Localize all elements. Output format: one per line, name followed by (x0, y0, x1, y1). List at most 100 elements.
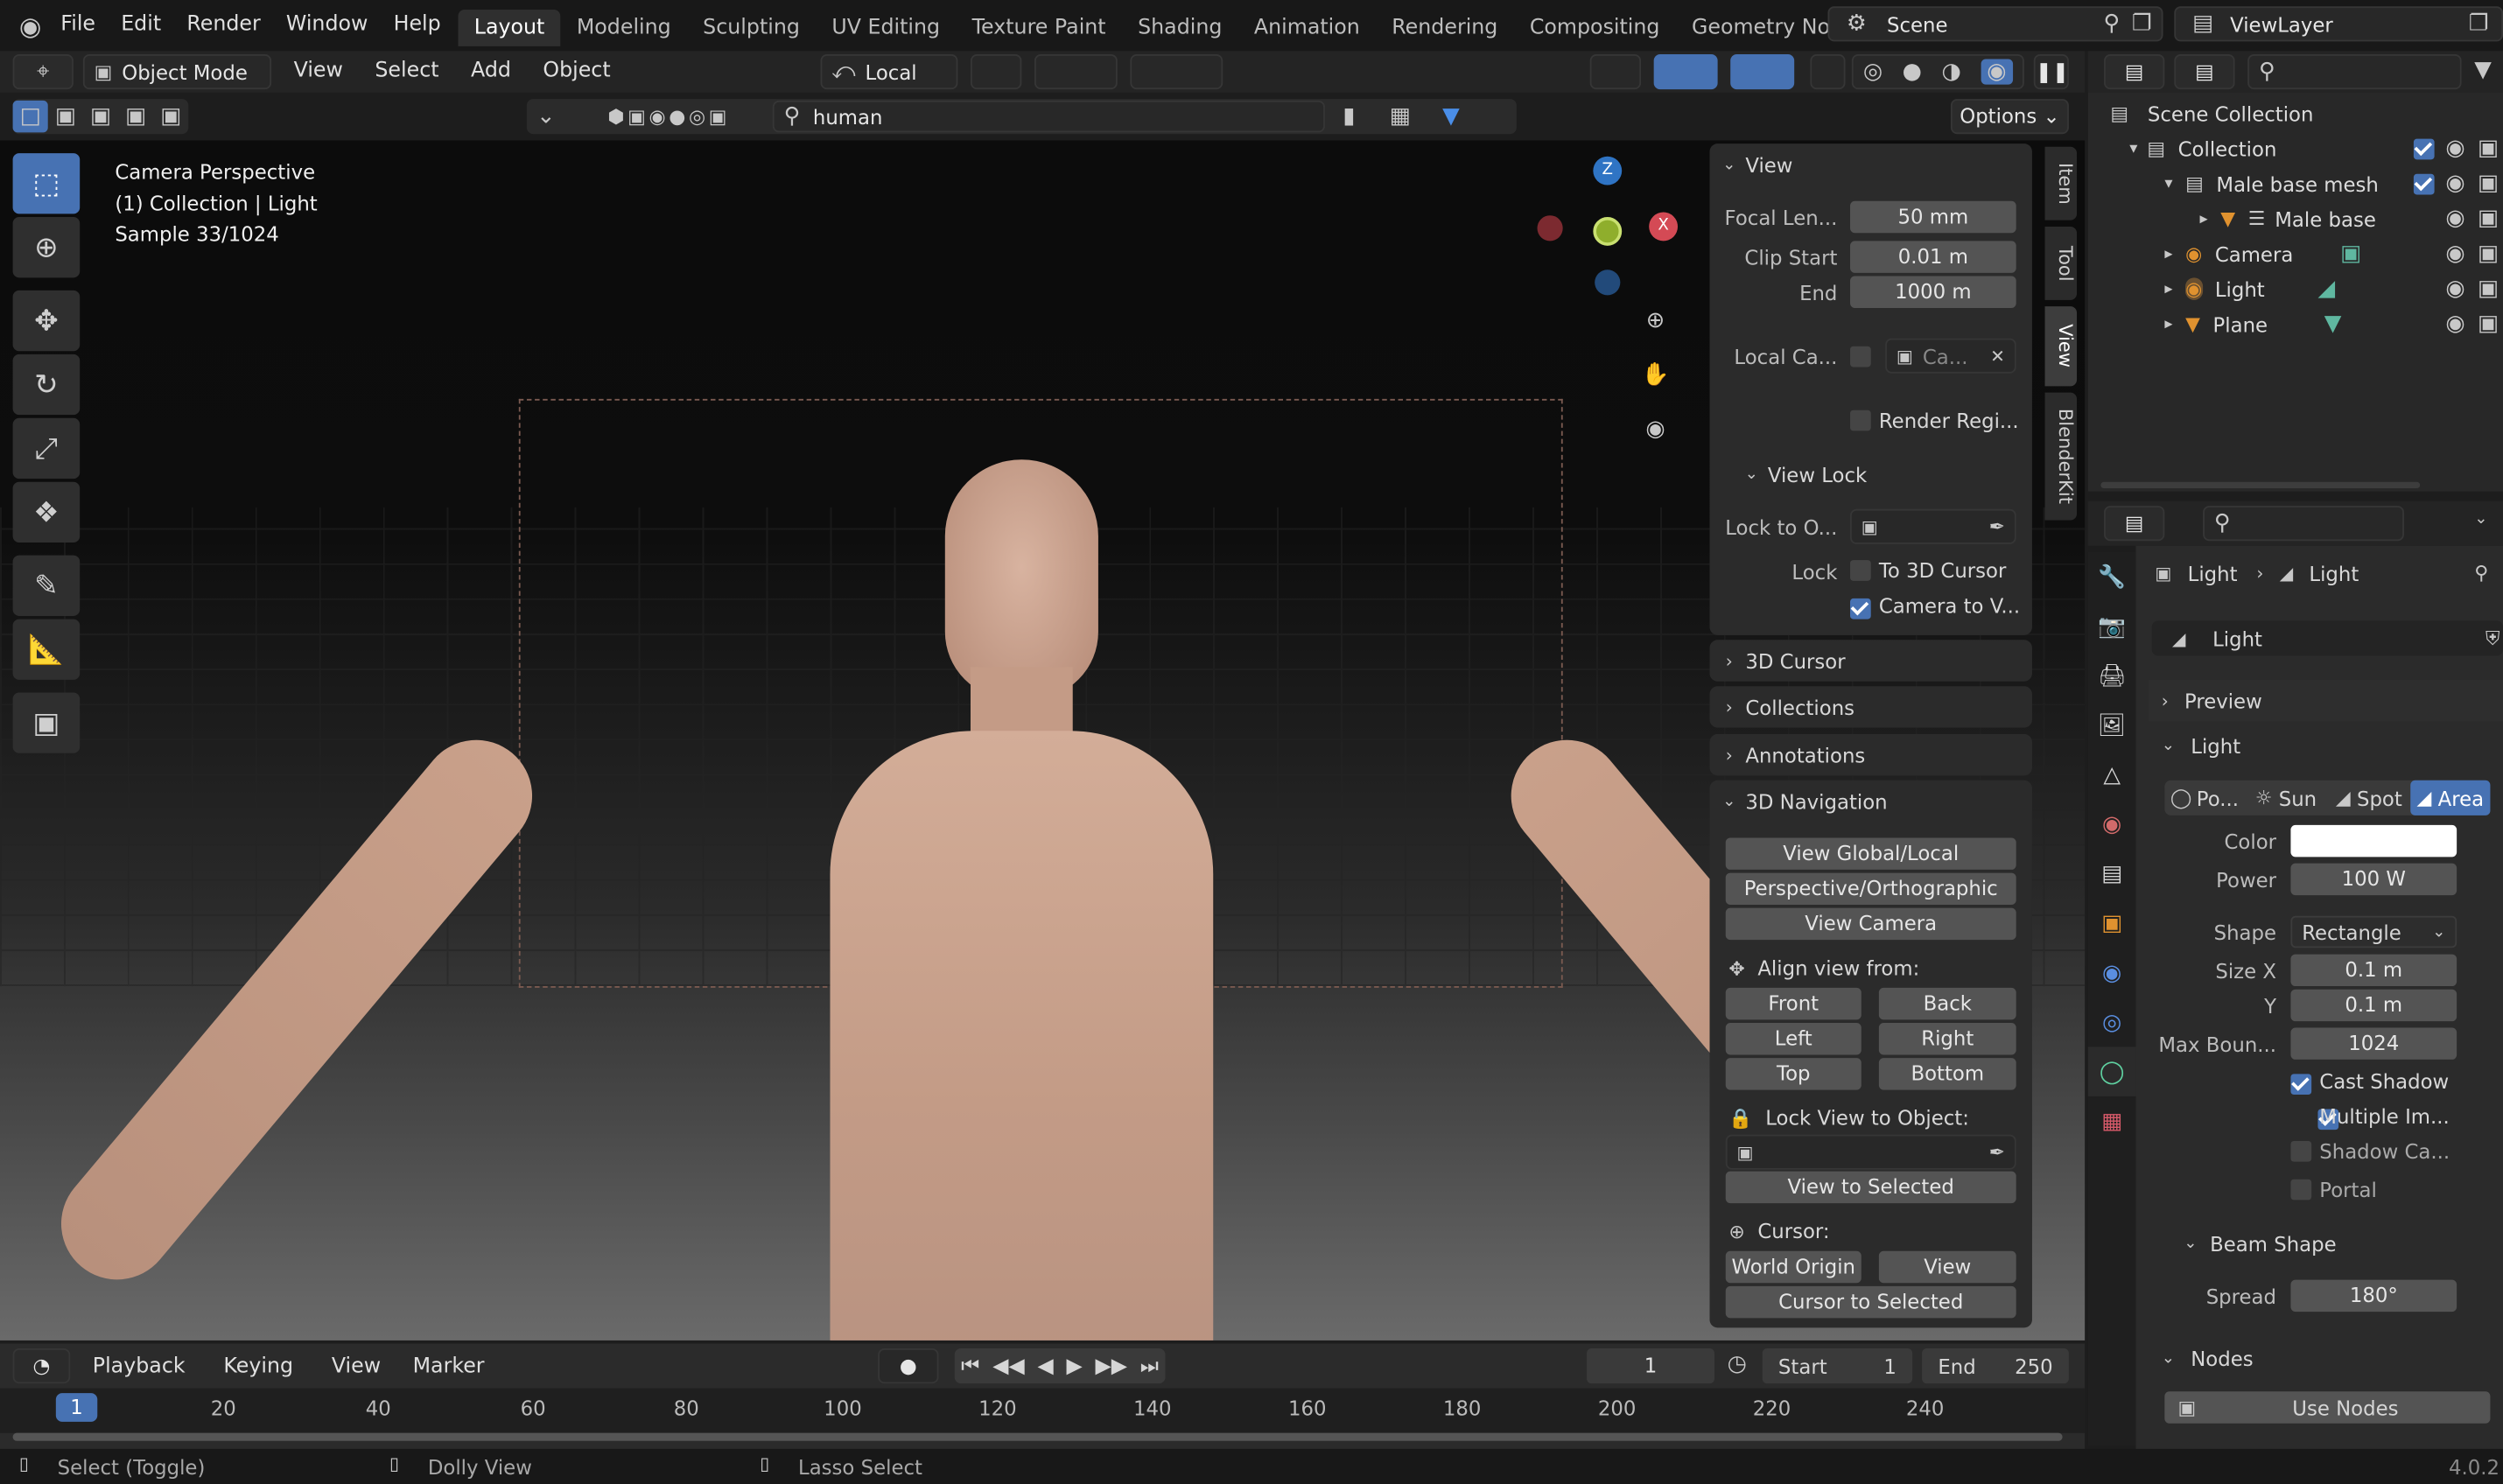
frame-ruler[interactable]: 1 20 40 60 80 100 120 140 160 180 200 22… (0, 1388, 2086, 1433)
menu-view[interactable]: View (294, 59, 343, 82)
exclude-checkbox[interactable] (2413, 137, 2435, 159)
material-shading-icon[interactable]: ◑ (1941, 59, 1960, 84)
align-left-button[interactable]: Left (1725, 1022, 1861, 1055)
eye-icon[interactable]: ◉ (2445, 171, 2464, 196)
editor-type-button[interactable]: ⌖ (12, 54, 74, 90)
visibility-dropdown[interactable] (1589, 54, 1642, 90)
new-scene-icon[interactable]: ❐ (2132, 11, 2152, 37)
axis-y-handle[interactable] (1593, 217, 1623, 246)
outliner-scrollbar[interactable] (2100, 481, 2421, 489)
add-cube-tool[interactable]: ▣ (12, 692, 81, 753)
eyedropper-icon[interactable]: ✒ (1989, 1141, 2005, 1164)
shadow-caustics-checkbox[interactable] (2290, 1140, 2312, 1162)
pause-render-button[interactable]: ❚❚ (2033, 54, 2069, 90)
pan-hand-icon[interactable]: ✋ (1637, 358, 1672, 393)
tab-item[interactable]: Item (2044, 146, 2078, 220)
annotate-tool[interactable]: ✎ (12, 555, 81, 616)
menu-edit[interactable]: Edit (121, 13, 161, 37)
size-x-field[interactable]: 0.1 m (2290, 954, 2457, 987)
view-layer-selector[interactable]: ▤ ViewLayer ❐ (2174, 6, 2503, 42)
properties-search-input[interactable]: ⚲ (2203, 506, 2404, 542)
menu-marker[interactable]: Marker (413, 1354, 485, 1378)
annotations-panel[interactable]: › Annotations (1709, 733, 2032, 776)
cursor-view-button[interactable]: View (1878, 1250, 2016, 1284)
local-camera-field[interactable]: ▣ Ca... ✕ (1885, 338, 2016, 374)
pivot-dropdown[interactable] (970, 54, 1022, 90)
proportional-edit-toggle[interactable] (1130, 54, 1223, 90)
rendered-shading-icon[interactable]: ◉ (1981, 59, 2013, 85)
local-camera-checkbox[interactable] (1850, 346, 1871, 368)
next-keyframe-icon[interactable]: ▶▶ (1095, 1354, 1126, 1377)
expand-chevron-icon[interactable]: ▾ (2164, 175, 2172, 192)
tab-texture-paint[interactable]: Texture Paint (956, 10, 1121, 46)
select-invert-icon[interactable]: ▣ (118, 104, 153, 130)
outliner-editor-type[interactable]: ▤ (2104, 54, 2165, 90)
mode-dropdown[interactable]: ▣ Object Mode (82, 54, 272, 90)
menu-file[interactable]: File (60, 13, 95, 37)
tab-blenderkit[interactable]: BlenderKit (2044, 392, 2078, 521)
options-dropdown[interactable]: Options ⌄ (1950, 99, 2069, 135)
lock-to-object-field[interactable]: ▣ ✒ (1850, 508, 2016, 544)
gizmo-toggle[interactable] (1653, 54, 1718, 90)
3d-navigation-header[interactable]: ⌄ 3D Navigation (1722, 790, 1888, 814)
object-types-icons[interactable]: ⬢▣◉●◎▣ (565, 105, 773, 128)
menu-keying[interactable]: Keying (223, 1354, 293, 1378)
render-region-checkbox[interactable] (1850, 410, 1871, 431)
menu-playback[interactable]: Playback (93, 1354, 186, 1378)
scene-selector[interactable]: ⚙ Scene ⚲ ❐ (1827, 6, 2163, 42)
align-back-button[interactable]: Back (1878, 987, 2016, 1020)
clip-end-field[interactable]: 1000 m (1850, 276, 2016, 308)
expand-chevron-icon[interactable]: ▸ (2164, 315, 2172, 332)
light-type-point[interactable]: ◯ Po... (2164, 786, 2244, 809)
camera-to-view-checkbox[interactable] (1850, 598, 1871, 620)
expand-chevron-icon[interactable]: ▾ (2129, 140, 2137, 158)
light-data-tab-icon[interactable]: ◯ (2087, 1046, 2136, 1096)
prev-keyframe-icon[interactable]: ◀◀ (992, 1354, 1024, 1377)
cast-shadow-checkbox[interactable] (2290, 1074, 2312, 1096)
filter-chevron-icon[interactable]: ⌄ (527, 104, 565, 130)
blender-logo-icon[interactable]: ◉ (16, 10, 45, 41)
collections-panel[interactable]: › Collections (1709, 686, 2032, 728)
tab-tool[interactable]: Tool (2044, 226, 2078, 300)
shape-dropdown[interactable]: Rectangle ⌄ (2290, 915, 2457, 948)
max-bounces-field[interactable]: 1024 (2290, 1027, 2457, 1060)
camera-render-icon[interactable]: ▣ (2478, 312, 2499, 337)
play-reverse-icon[interactable]: ◀ (1037, 1354, 1053, 1377)
tab-compositing[interactable]: Compositing (1514, 10, 1676, 46)
light-type-area[interactable]: ◢ Area (2410, 780, 2491, 816)
world-tab-icon[interactable]: ◉ (2088, 800, 2136, 850)
funnel-filter-icon[interactable]: ▼ (1427, 104, 1476, 130)
fake-user-shield-icon[interactable]: ⛨ (2485, 626, 2499, 650)
use-nodes-button[interactable]: ▣ Use Nodes (2164, 1391, 2491, 1424)
start-frame-field[interactable]: Start 1 (1762, 1348, 1913, 1384)
zoom-icon[interactable]: ⊕ (1637, 304, 1672, 339)
outliner-filter-icon[interactable]: ▼ (2474, 58, 2492, 83)
tab-uv-editing[interactable]: UV Editing (816, 10, 956, 46)
transform-orientation-dropdown[interactable]: ⤺ Local (820, 54, 958, 90)
nodes-panel-header[interactable]: ⌄ Nodes (2149, 1337, 2503, 1378)
view-layer-tab-icon[interactable]: 🖼 (2088, 701, 2136, 751)
camera-render-icon[interactable]: ▣ (2478, 136, 2499, 161)
search-input[interactable]: ⚲ human (772, 100, 1325, 133)
render-tab-icon[interactable]: 📷 (2088, 602, 2136, 652)
menu-object[interactable]: Object (543, 59, 610, 82)
menu-window[interactable]: Window (286, 13, 368, 37)
beam-shape-header[interactable]: ⌄ Beam Shape (2184, 1232, 2336, 1256)
eye-icon[interactable]: ◉ (2445, 136, 2464, 161)
new-view-layer-icon[interactable]: ❐ (2469, 11, 2489, 37)
light-panel-header[interactable]: ⌄ Light (2149, 724, 2503, 766)
outliner-row-light[interactable]: ▸ ◉ Light ◢ ◉ ▣ (2164, 271, 2503, 306)
scale-tool[interactable]: ⤢ (12, 417, 81, 480)
view-global-local-button[interactable]: View Global/Local (1725, 837, 2016, 870)
shading-modes[interactable]: ◎ ● ◑ ◉ (1851, 54, 2024, 90)
outliner-row-plane[interactable]: ▸ ▼ Plane ▼ ◉ ▣ (2164, 306, 2503, 341)
object-tab-icon[interactable]: ▣ (2088, 899, 2136, 948)
display-mode-dropdown[interactable]: ▤ (2174, 54, 2235, 90)
focal-length-field[interactable]: 50 mm (1850, 200, 2016, 234)
select-box-tool[interactable]: ⬚ (12, 153, 81, 214)
align-front-button[interactable]: Front (1725, 987, 1861, 1020)
pin-icon[interactable]: ⚲ (2474, 562, 2488, 584)
play-icon[interactable]: ▶ (1066, 1354, 1082, 1377)
view-panel-header[interactable]: ⌄ View (1722, 153, 1792, 177)
playhead-marker[interactable]: 1 (55, 1393, 98, 1422)
